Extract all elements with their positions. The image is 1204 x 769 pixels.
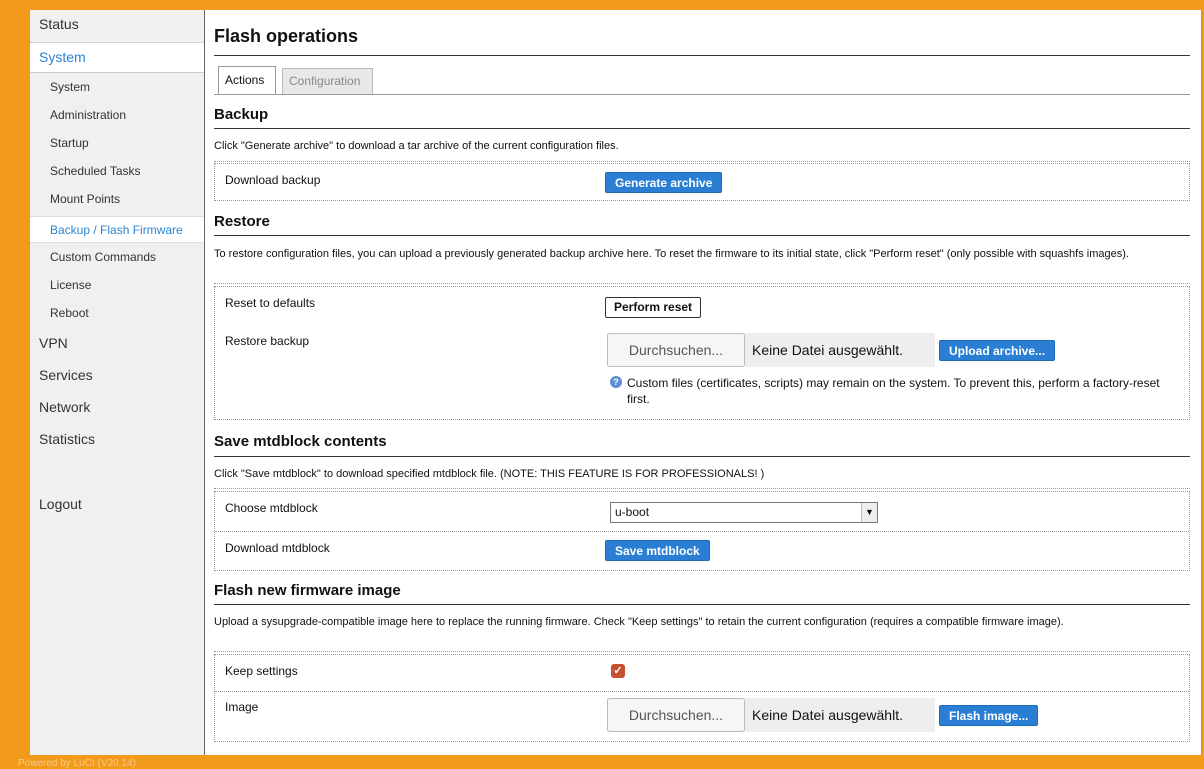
mtd-description: Click "Save mtdblock" to download specif…	[214, 468, 765, 480]
backup-description: Click "Generate archive" to download a t…	[214, 140, 619, 152]
flash-image-button[interactable]: Flash image...	[939, 705, 1039, 726]
upload-archive-button[interactable]: Upload archive...	[939, 340, 1056, 361]
sidebar-item-network[interactable]: Network	[30, 391, 204, 423]
sidebar-sub-scheduled-tasks[interactable]: Scheduled Tasks	[30, 157, 204, 185]
flash-box: Keep settings ✓ Image Durchsuchen... Kei…	[214, 654, 1190, 742]
divider	[215, 531, 1189, 532]
divider	[214, 55, 1190, 56]
image-file-status: Keine Datei ausgewählt.	[752, 707, 903, 723]
divider	[214, 128, 1190, 129]
mtd-title: Save mtdblock contents	[214, 433, 387, 450]
sidebar: Status System System Administration Star…	[30, 10, 205, 755]
divider	[214, 604, 1190, 605]
choose-mtd-label: Choose mtdblock	[225, 501, 318, 515]
restore-box: Reset to defaults Perform reset Restore …	[214, 286, 1190, 420]
restore-file-status: Keine Datei ausgewählt.	[752, 342, 903, 358]
restore-file-picker: Durchsuchen... Keine Datei ausgewählt.	[607, 333, 935, 367]
restore-hint: ? Custom files (certificates, scripts) m…	[610, 375, 1170, 407]
download-backup-label: Download backup	[225, 173, 321, 187]
backup-title: Backup	[214, 106, 269, 123]
restore-description: To restore configuration files, you can …	[214, 248, 1129, 260]
sidebar-sub-license[interactable]: License	[30, 271, 204, 299]
sidebar-sub-system[interactable]: System	[30, 73, 204, 101]
restore-browse-button[interactable]: Durchsuchen...	[607, 333, 745, 367]
divider	[214, 283, 1190, 284]
sidebar-item-status[interactable]: Status	[30, 10, 204, 43]
sidebar-sub-administration[interactable]: Administration	[30, 101, 204, 129]
sidebar-sub-backup-flash[interactable]: Backup / Flash Firmware	[30, 216, 204, 243]
sidebar-sub-mount-points[interactable]: Mount Points	[30, 185, 204, 213]
flash-title: Flash new firmware image	[214, 582, 401, 599]
mtdblock-select[interactable]: u-boot ▼	[610, 502, 878, 523]
sidebar-item-vpn[interactable]: VPN	[30, 327, 204, 359]
tab-actions[interactable]: Actions	[218, 66, 276, 94]
mtd-box: Choose mtdblock u-boot ▼ Download mtdblo…	[214, 491, 1190, 571]
restore-backup-label: Restore backup	[225, 334, 310, 348]
sidebar-sub-reboot[interactable]: Reboot	[30, 299, 204, 327]
sidebar-item-system[interactable]: System	[30, 43, 204, 73]
generate-archive-button[interactable]: Generate archive	[605, 172, 723, 193]
sidebar-item-logout[interactable]: Logout	[39, 496, 82, 512]
mtdblock-selected: u-boot	[615, 505, 650, 519]
reset-defaults-label: Reset to defaults	[225, 296, 316, 310]
backup-box: Download backup Generate archive	[214, 163, 1190, 201]
divider	[214, 488, 1190, 489]
sidebar-item-statistics[interactable]: Statistics	[30, 423, 204, 455]
divider	[214, 456, 1190, 457]
chevron-down-icon: ▼	[861, 503, 877, 522]
divider	[215, 691, 1189, 692]
help-icon: ?	[610, 376, 622, 388]
keep-settings-checkbox[interactable]: ✓	[611, 664, 625, 678]
sidebar-sub-startup[interactable]: Startup	[30, 129, 204, 157]
save-mtdblock-button[interactable]: Save mtdblock	[605, 540, 710, 561]
download-mtd-label: Download mtdblock	[225, 541, 330, 555]
flash-description: Upload a sysupgrade-compatible image her…	[214, 616, 1064, 628]
divider	[214, 235, 1190, 236]
restore-title: Restore	[214, 213, 270, 230]
image-label: Image	[225, 700, 259, 714]
main-frame: Status System System Administration Star…	[30, 10, 1202, 755]
tab-divider	[214, 94, 1190, 95]
footer-powered-by: Powered by LuCI (V20.14)	[18, 758, 136, 769]
restore-hint-text: Custom files (certificates, scripts) may…	[627, 376, 1160, 406]
perform-reset-button[interactable]: Perform reset	[605, 297, 702, 318]
image-file-picker: Durchsuchen... Keine Datei ausgewählt.	[607, 698, 935, 732]
divider	[214, 161, 1190, 162]
sidebar-item-services[interactable]: Services	[30, 359, 204, 391]
divider	[214, 651, 1190, 652]
tab-configuration[interactable]: Configuration	[282, 68, 373, 94]
page-title: Flash operations	[214, 26, 359, 46]
image-browse-button[interactable]: Durchsuchen...	[607, 698, 745, 732]
sidebar-sub-custom-commands[interactable]: Custom Commands	[30, 243, 204, 271]
keep-settings-label: Keep settings	[225, 664, 298, 678]
